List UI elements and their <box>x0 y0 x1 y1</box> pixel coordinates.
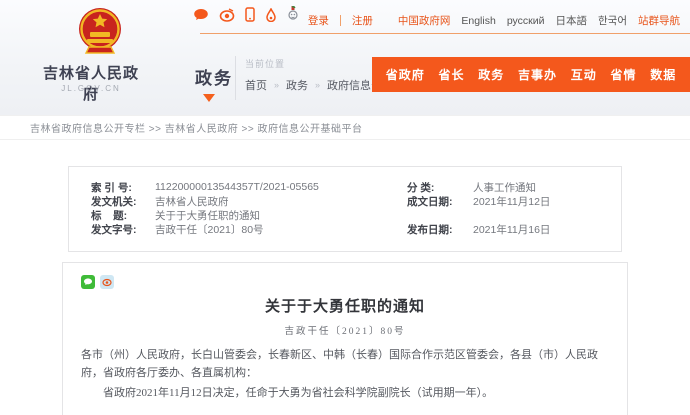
lang-english-link[interactable]: English <box>461 15 495 27</box>
nav-item-data[interactable]: 数据 <box>650 66 676 83</box>
doc-category-value: 人事工作通知 <box>473 180 621 195</box>
header-divider-line <box>200 33 690 34</box>
main-nav: 省政府 省长 政务 吉事办 互动 省情 数据 <box>372 57 690 92</box>
social-icon-row <box>193 6 299 23</box>
lang-russian-link[interactable]: русский <box>507 15 545 27</box>
doc-index-value: 11220000013544357T/2021-05565 <box>155 181 407 193</box>
article-panel: 关于于大勇任职的通知 吉政干任〔2021〕80号 各市（州）人民政府，长白山管委… <box>62 262 628 415</box>
site-group-nav-link[interactable]: 站群导航 <box>638 13 680 28</box>
doc-agency-value: 吉林省人民政府 <box>155 194 407 209</box>
doc-agency-label: 发文机关: <box>91 194 155 209</box>
doc-date-published-label: 发布日期: <box>407 222 473 237</box>
doc-title-label: 标 题: <box>91 208 155 223</box>
breadcrumb: 首页 » 政务 » 政府信息公开 <box>245 77 393 93</box>
caret-down-icon <box>203 94 215 102</box>
china-gov-link[interactable]: 中国政府网 <box>398 13 451 28</box>
breadcrumb-zhengwu[interactable]: 政务 <box>286 77 308 93</box>
doc-index-label: 索 引 号: <box>91 180 155 195</box>
divider <box>340 15 341 26</box>
touch-icon[interactable] <box>265 8 277 22</box>
weibo-share-icon[interactable] <box>100 275 114 289</box>
site-header: 登录 注册 中国政府网 English русский 日本語 한국어 站群导航 <box>0 0 690 115</box>
doc-info-table: 索 引 号: 11220000013544357T/2021-05565 分 类… <box>68 166 622 252</box>
nav-item-province-info[interactable]: 省情 <box>610 66 636 83</box>
article-paragraph-body: 省政府2021年11月12日决定，任命于大勇为省社会科学院副院长（试用期一年）。 <box>81 384 609 402</box>
doc-date-published-value: 2021年11月16日 <box>473 222 621 237</box>
utility-link-row: 登录 注册 中国政府网 English русский 日本語 한국어 站群导航 <box>297 13 680 28</box>
wechat-icon[interactable] <box>193 8 209 22</box>
nav-item-provincial-gov[interactable]: 省政府 <box>386 66 425 83</box>
article-paragraph-recipients: 各市（州）人民政府，长白山管委会，长春新区、中韩（长春）国际合作示范区管委会，各… <box>81 346 609 382</box>
doc-number-label: 发文字号: <box>91 222 155 237</box>
wechat-share-icon[interactable] <box>81 275 95 289</box>
weibo-icon[interactable] <box>219 8 235 22</box>
article-doc-number: 吉政干任〔2021〕80号 <box>81 323 609 337</box>
doc-number-value: 吉政干任〔2021〕80号 <box>155 222 407 237</box>
page: 登录 注册 中国政府网 English русский 日本語 한국어 站群导航 <box>0 0 690 415</box>
page-breadcrumb-text[interactable]: 吉林省政府信息公开专栏 >> 吉林省人民政府 >> 政府信息公开基础平台 <box>30 120 362 135</box>
vertical-divider <box>235 56 236 100</box>
doc-title-value: 关于于大勇任职的通知 <box>155 208 407 223</box>
site-domain: JL.GOV.CN <box>36 84 146 93</box>
article-title: 关于于大勇任职的通知 <box>81 295 609 316</box>
page-breadcrumb-strip: 吉林省政府信息公开专栏 >> 吉林省人民政府 >> 政府信息公开基础平台 <box>0 115 690 140</box>
nav-item-jishiban[interactable]: 吉事办 <box>518 66 557 83</box>
login-link[interactable]: 登录 <box>308 13 329 28</box>
share-icon-row <box>81 275 609 289</box>
current-location-label: 当前位置 <box>245 57 285 70</box>
site-title[interactable]: 吉林省人民政府 <box>36 62 146 104</box>
breadcrumb-separator: » <box>274 80 279 90</box>
nav-item-interaction[interactable]: 互动 <box>571 66 597 83</box>
breadcrumb-separator: » <box>315 80 320 90</box>
register-link[interactable]: 注册 <box>352 13 373 28</box>
doc-date-written-value: 2021年11月12日 <box>473 194 621 209</box>
lang-japanese-link[interactable]: 日本語 <box>556 13 588 28</box>
doc-category-label: 分 类: <box>407 180 473 195</box>
national-emblem-logo <box>75 5 125 61</box>
doc-date-written-label: 成文日期: <box>407 194 473 209</box>
section-label-zhengwu: 政务 <box>195 64 233 89</box>
mobile-icon[interactable] <box>245 7 255 22</box>
nav-item-governor[interactable]: 省长 <box>438 66 464 83</box>
breadcrumb-home[interactable]: 首页 <box>245 77 267 93</box>
nav-item-zhengwu[interactable]: 政务 <box>478 66 504 83</box>
lang-korean-link[interactable]: 한국어 <box>598 13 627 28</box>
